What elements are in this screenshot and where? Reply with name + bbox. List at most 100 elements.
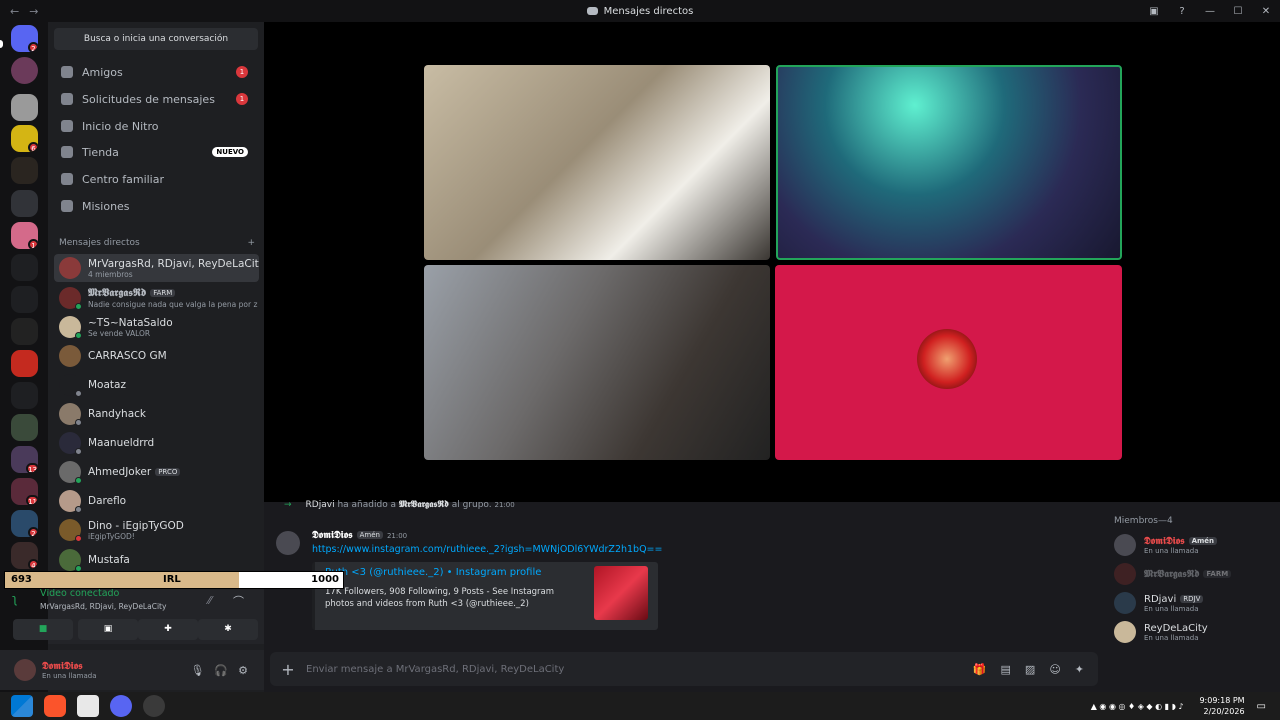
- server-icon[interactable]: [11, 318, 38, 345]
- search-input[interactable]: Busca o inicia una conversación: [54, 28, 258, 50]
- member-status: En una llamada: [1144, 604, 1199, 613]
- obs-icon[interactable]: [143, 695, 165, 717]
- dm-header-label: Mensajes directos: [59, 238, 140, 248]
- dm-name: MrVargasRd, RDjavi, ReyDeLaCity: [88, 257, 259, 270]
- maximize-icon[interactable]: ☐: [1224, 6, 1252, 17]
- gif-icon[interactable]: ▤: [1001, 663, 1011, 676]
- gear-icon[interactable]: ⚙: [238, 664, 248, 677]
- embed-thumbnail[interactable]: [594, 566, 648, 620]
- member-item[interactable]: ReyDeLaCity En una llamada: [1114, 619, 1274, 645]
- dm-item[interactable]: Dino - iEgipTyGOD iEgipTyGOD!: [54, 516, 259, 544]
- server-icon[interactable]: 2: [11, 510, 38, 537]
- dm-item[interactable]: CARRASCO GM: [54, 342, 259, 370]
- video-tile[interactable]: [424, 265, 770, 460]
- message-author[interactable]: 𝕯𝖔𝖒𝖎𝕯𝖎𝖔𝖘: [312, 530, 353, 541]
- server-icon[interactable]: 11: [11, 478, 38, 505]
- server-icon[interactable]: [11, 57, 38, 84]
- user-avatar[interactable]: [14, 659, 36, 681]
- minimize-icon[interactable]: —: [1196, 6, 1224, 17]
- signal-icon[interactable]: ʅ: [12, 592, 18, 606]
- home-button[interactable]: 2: [11, 25, 38, 52]
- activities-button[interactable]: ✚: [138, 619, 198, 640]
- server-icon[interactable]: 1: [11, 222, 38, 249]
- message-avatar[interactable]: [276, 531, 300, 555]
- noise-suppression-icon[interactable]: ⁄⁄: [208, 594, 212, 607]
- server-icon[interactable]: 4: [11, 542, 38, 569]
- dm-item[interactable]: Moataz: [54, 371, 259, 399]
- nav-quests[interactable]: Misiones: [56, 194, 256, 218]
- close-icon[interactable]: ✕: [1252, 6, 1280, 17]
- dm-item[interactable]: Maanueldrrd: [54, 429, 259, 457]
- system-message: → RDjavi ha añadido a 𝕸𝖗𝖁𝖆𝖗𝖌𝖆𝖘𝕽𝖉 al grupo…: [284, 500, 515, 510]
- avatar: [59, 549, 82, 572]
- dm-item[interactable]: Mustafa: [54, 546, 259, 574]
- server-icon[interactable]: [11, 94, 38, 121]
- sticker-icon[interactable]: ▨: [1025, 663, 1035, 676]
- system-actor: RDjavi: [305, 500, 335, 510]
- server-icon[interactable]: 6: [11, 125, 38, 152]
- server-icon[interactable]: [11, 190, 38, 217]
- server-icon[interactable]: [11, 286, 38, 313]
- avatar: [59, 316, 82, 339]
- nav-friends[interactable]: Amigos 1: [56, 60, 256, 84]
- clock[interactable]: 9:09:18 PM 2/20/2026: [1199, 695, 1244, 717]
- video-tile-speaking[interactable]: [776, 65, 1122, 260]
- embed-title[interactable]: Ruth <3 (@ruthieee._2) • Instagram profi…: [325, 567, 541, 578]
- quest-icon: [61, 200, 73, 212]
- server-icon[interactable]: [11, 382, 38, 409]
- nav-message-requests[interactable]: Solicitudes de mensajes 1: [56, 87, 256, 111]
- dm-item[interactable]: Randyhack: [54, 400, 259, 428]
- member-item[interactable]: 𝕯𝖔𝖒𝖎𝕯𝖎𝖔𝖘 Amén En una llamada: [1114, 532, 1274, 558]
- camera-icon: ■: [38, 624, 48, 634]
- message-input[interactable]: Enviar mensaje a MrVargasRd, RDjavi, Rey…: [306, 664, 564, 675]
- camera-button[interactable]: ■: [13, 619, 73, 640]
- discord-icon: [586, 6, 598, 15]
- shop-icon: [61, 146, 73, 158]
- create-dm-plus-icon[interactable]: +: [247, 238, 255, 248]
- apps-icon[interactable]: ✦: [1075, 663, 1084, 676]
- inbox-icon[interactable]: ▣: [1140, 6, 1168, 17]
- avatar-tile[interactable]: [775, 265, 1122, 460]
- server-icon[interactable]: [11, 254, 38, 281]
- dm-item[interactable]: AhmedJoker PRCO: [54, 458, 259, 486]
- count-badge: 1: [236, 93, 248, 105]
- file-explorer-icon[interactable]: [77, 695, 99, 717]
- nav-shop[interactable]: Tienda NUEVO: [56, 140, 256, 164]
- emoji-icon[interactable]: ☺: [1049, 663, 1060, 676]
- message-time: 21:00: [386, 532, 408, 540]
- windows-taskbar: ▲ ◉ ◉ ◎ ♦ ◈ ◆ ◐ ▮ ◗ ♪ 9:09:18 PM 2/20/202…: [0, 692, 1280, 720]
- disconnect-icon[interactable]: ⌒: [233, 593, 244, 609]
- screen-share-button[interactable]: ▣: [78, 619, 138, 640]
- windows-start-icon[interactable]: [11, 695, 33, 717]
- server-icon[interactable]: [11, 157, 38, 184]
- notification-icon[interactable]: ▭: [1257, 701, 1266, 712]
- dm-item[interactable]: Dareflo: [54, 487, 259, 515]
- microphone-icon[interactable]: 🎙: [190, 664, 204, 677]
- brave-browser-icon[interactable]: [44, 695, 66, 717]
- server-icon[interactable]: [11, 350, 38, 377]
- dm-item[interactable]: MrVargasRd, RDjavi, ReyDeLaCity 4 miembro…: [54, 254, 259, 282]
- gift-icon[interactable]: 🎁: [973, 663, 987, 676]
- dm-subtext: iEgipTyGOD!: [88, 531, 135, 541]
- headphones-icon[interactable]: 🎧: [214, 664, 228, 677]
- user-status: En una llamada: [42, 671, 97, 680]
- dm-item[interactable]: 𝕸𝖗𝖁𝖆𝖗𝖌𝖆𝖘𝕽𝖉 FARM Nadie consigue nada que va…: [54, 284, 259, 312]
- user-name: 𝕯𝖔𝖒𝖎𝕯𝖎𝖔𝖘: [42, 660, 83, 672]
- back-arrow-icon[interactable]: ←: [10, 5, 19, 18]
- discord-taskbar-icon[interactable]: [110, 695, 132, 717]
- help-icon[interactable]: ?: [1168, 6, 1196, 17]
- forward-arrow-icon[interactable]: →: [29, 5, 38, 18]
- nav-family-center[interactable]: Centro familiar: [56, 167, 256, 191]
- tray-icons[interactable]: ▲ ◉ ◉ ◎ ♦ ◈ ◆ ◐ ▮ ◗ ♪: [1091, 702, 1184, 711]
- member-item[interactable]: 𝕸𝖗𝖁𝖆𝖗𝖌𝖆𝖘𝕽𝖉 FARM: [1114, 561, 1274, 587]
- soundboard-button[interactable]: ✱: [198, 619, 258, 640]
- server-icon[interactable]: 13: [11, 446, 38, 473]
- dm-item[interactable]: ~TS~NataSaldo Se vende VALOR: [54, 313, 259, 341]
- server-icon[interactable]: [11, 414, 38, 441]
- nav-nitro[interactable]: Inicio de Nitro: [56, 114, 256, 138]
- member-item[interactable]: RDjavi RDJV En una llamada: [1114, 590, 1274, 616]
- upload-plus-icon[interactable]: +: [270, 660, 306, 679]
- message-link[interactable]: https://www.instagram.com/ruthieee._2?ig…: [312, 544, 662, 555]
- video-tile[interactable]: [424, 65, 770, 260]
- avatar: [59, 257, 81, 279]
